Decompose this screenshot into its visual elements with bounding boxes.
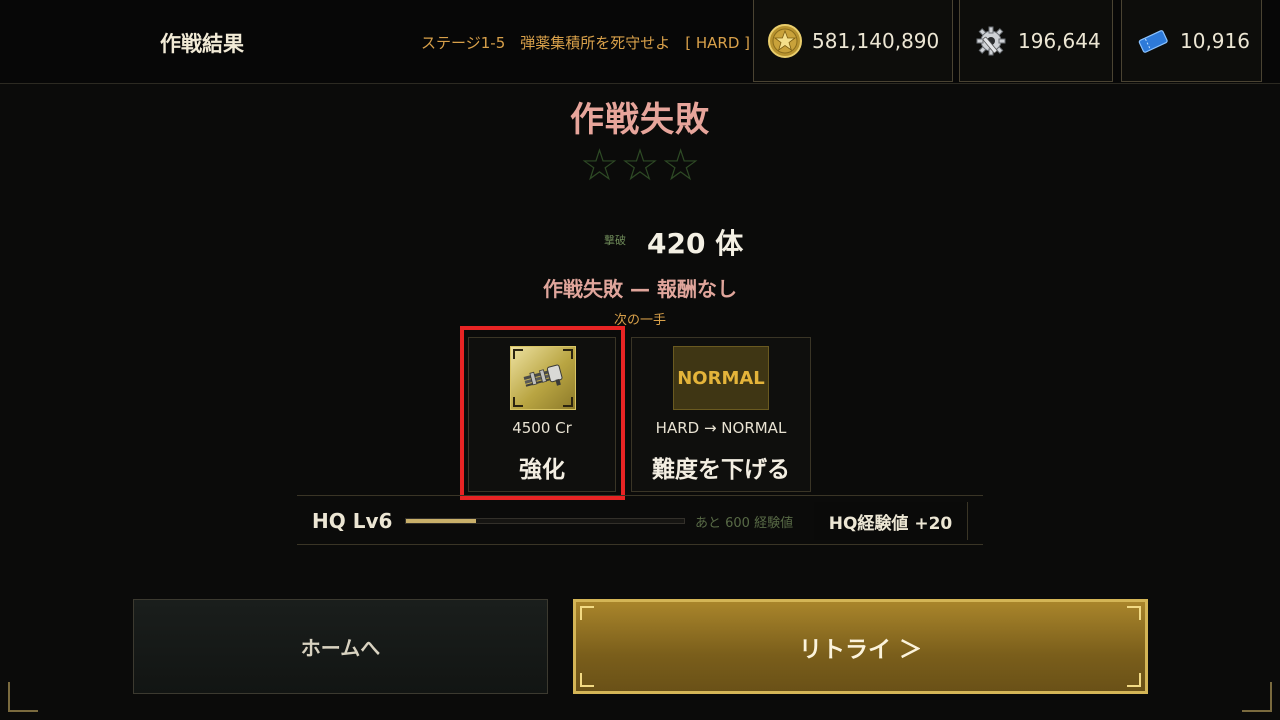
ticket-currency[interactable]: 10,916 bbox=[1121, 0, 1262, 82]
gold-currency[interactable]: 581,140,890 bbox=[753, 0, 953, 82]
gear-wrench-icon bbox=[974, 24, 1008, 58]
star-empty-icon: ☆ bbox=[660, 140, 701, 191]
upgrade-cost: 4500 Cr bbox=[512, 419, 572, 437]
reward-note: 作戦失敗 — 報酬なし bbox=[543, 277, 737, 301]
gold-value: 581,140,890 bbox=[812, 28, 940, 53]
hq-progress-bar bbox=[405, 518, 685, 524]
lower-difficulty-label: 難度を下げる bbox=[652, 457, 790, 483]
gear-currency[interactable]: 196,644 bbox=[959, 0, 1113, 82]
home-button[interactable]: ホームへ bbox=[133, 599, 548, 694]
upgrade-label: 強化 bbox=[519, 457, 565, 483]
ticket-value: 10,916 bbox=[1180, 28, 1250, 53]
stage-label: ステージ1-5 弾薬集積所を死守せよ [ HARD ] bbox=[421, 34, 750, 52]
hq-remaining-exp: あと 600 経験値 bbox=[695, 516, 794, 531]
gatling-gun-icon bbox=[521, 361, 565, 395]
retry-button[interactable]: リトライ ＞ bbox=[573, 599, 1148, 694]
gear-value: 196,644 bbox=[1018, 28, 1101, 53]
gold-star-coin-icon bbox=[768, 23, 802, 58]
difficulty-change: HARD → NORMAL bbox=[655, 419, 787, 437]
frame-corner-bottom-right bbox=[1242, 682, 1272, 712]
star-empty-icon: ☆ bbox=[579, 140, 620, 191]
lower-difficulty-option-card[interactable]: NORMAL HARD → NORMAL 難度を下げる bbox=[631, 337, 811, 492]
upgrade-thumbnail bbox=[510, 346, 576, 410]
top-bar: 作戦結果 ステージ1-5 弾薬集積所を死守せよ [ HARD ] 581,140… bbox=[0, 0, 1280, 84]
kills-label: 撃破 bbox=[604, 234, 626, 247]
hq-level-label: HQ Lv6 bbox=[312, 509, 393, 533]
hq-level-row: HQ Lv6 あと 600 経験値 HQ経験値 +20 bbox=[297, 495, 983, 545]
blue-ticket-icon bbox=[1136, 26, 1170, 56]
kills-value: 420 体 bbox=[647, 227, 744, 260]
upgrade-option-card[interactable]: 4500 Cr 強化 bbox=[468, 337, 616, 492]
screen-title: 作戦結果 bbox=[160, 32, 244, 56]
result-title: 作戦失敗 bbox=[570, 100, 710, 140]
frame-corner-bottom-left bbox=[8, 682, 38, 712]
normal-difficulty-thumbnail: NORMAL bbox=[673, 346, 769, 410]
hq-progress-fill bbox=[406, 519, 476, 523]
hq-exp-gain: HQ経験値 +20 bbox=[814, 502, 968, 540]
next-step-label: 次の一手 bbox=[613, 313, 666, 328]
star-rating: ☆ ☆ ☆ bbox=[0, 144, 1280, 188]
star-empty-icon: ☆ bbox=[620, 140, 660, 191]
retry-label: リトライ ＞ bbox=[798, 636, 922, 663]
